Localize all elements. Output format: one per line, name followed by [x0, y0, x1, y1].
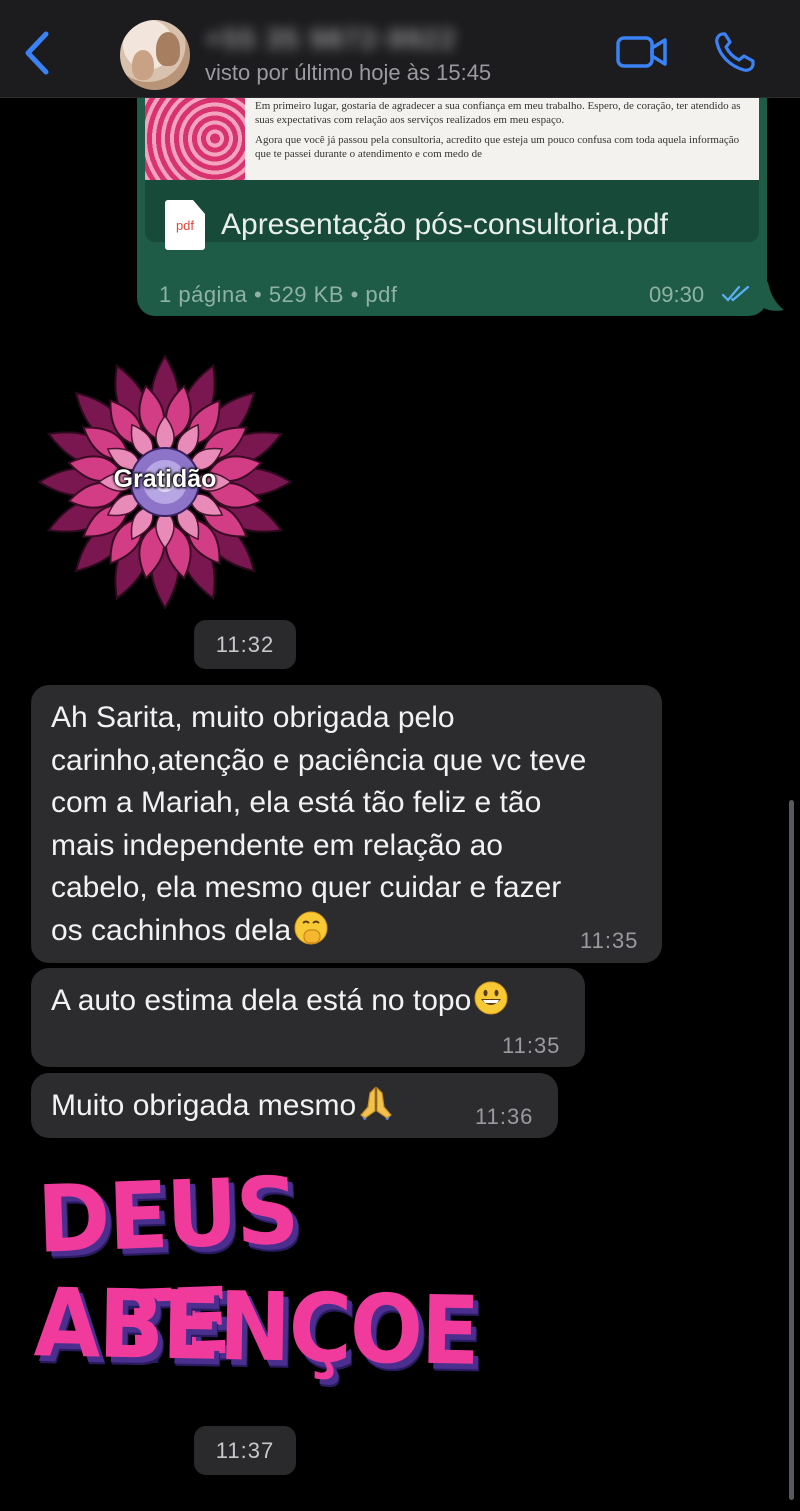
- scrollbar[interactable]: [789, 800, 794, 1500]
- message-text: Muito obrigada mesmo: [51, 1085, 394, 1128]
- message-text: A auto estima dela está no topo: [51, 980, 509, 1023]
- message-text: Ah Sarita, muito obrigada pelo carinho,a…: [51, 701, 587, 947]
- document-preview-thumbnail[interactable]: Em primeiro lugar, gostaria de agradecer…: [145, 97, 759, 180]
- document-file-meta: 1 página • 529 KB • pdf: [159, 282, 398, 307]
- blessing-sticker[interactable]: DEUS TE ABENÇOE: [33, 1156, 479, 1418]
- incoming-message[interactable]: Muito obrigada mesmo 11:36: [31, 1073, 558, 1138]
- sticker-timestamp: 11:37: [194, 1426, 296, 1475]
- document-file-name: Apresentação pós-consultoria.pdf: [221, 208, 668, 241]
- message-timestamp: 11:35: [580, 928, 639, 953]
- face-with-hand-over-mouth-icon: [294, 911, 328, 944]
- sticker-text-line: ABENÇOE: [33, 1268, 479, 1387]
- sticker-caption: Gratidão: [113, 465, 217, 493]
- outgoing-document-message[interactable]: Em primeiro lugar, gostaria de agradecer…: [137, 80, 767, 316]
- chat-header: +55 35 9872-9922 visto por último hoje à…: [0, 0, 800, 98]
- grinning-face-icon: [474, 981, 508, 1015]
- read-receipt-double-check-icon: [721, 285, 750, 302]
- message-timestamp: 11:35: [502, 1033, 561, 1058]
- last-seen-status: visto por último hoje às 15:45: [205, 60, 492, 85]
- incoming-message[interactable]: A auto estima dela está no topo 11:35: [31, 968, 585, 1067]
- pdf-file-icon: pdf: [165, 200, 205, 250]
- folded-hands-icon: [360, 1086, 393, 1120]
- bubble-tail: [760, 282, 784, 311]
- document-preview-text: Em primeiro lugar, gostaria de agradecer…: [255, 100, 741, 160]
- incoming-message[interactable]: Ah Sarita, muito obrigada pelo carinho,a…: [31, 685, 662, 963]
- contact-avatar[interactable]: [120, 20, 190, 90]
- sticker-timestamp: 11:32: [194, 620, 296, 669]
- message-timestamp: 11:36: [475, 1104, 534, 1129]
- gratitude-mandala-sticker[interactable]: Gratidão: [37, 354, 293, 610]
- message-timestamp: 09:30: [649, 282, 705, 307]
- phone-call-icon[interactable]: [713, 30, 757, 74]
- back-chevron-icon[interactable]: [18, 28, 58, 78]
- video-call-icon[interactable]: [615, 34, 669, 70]
- document-file-row[interactable]: pdf Apresentação pós-consultoria.pdf: [145, 180, 759, 250]
- contact-name[interactable]: +55 35 9872-9922: [205, 24, 457, 55]
- document-preview-artwork: [145, 97, 245, 180]
